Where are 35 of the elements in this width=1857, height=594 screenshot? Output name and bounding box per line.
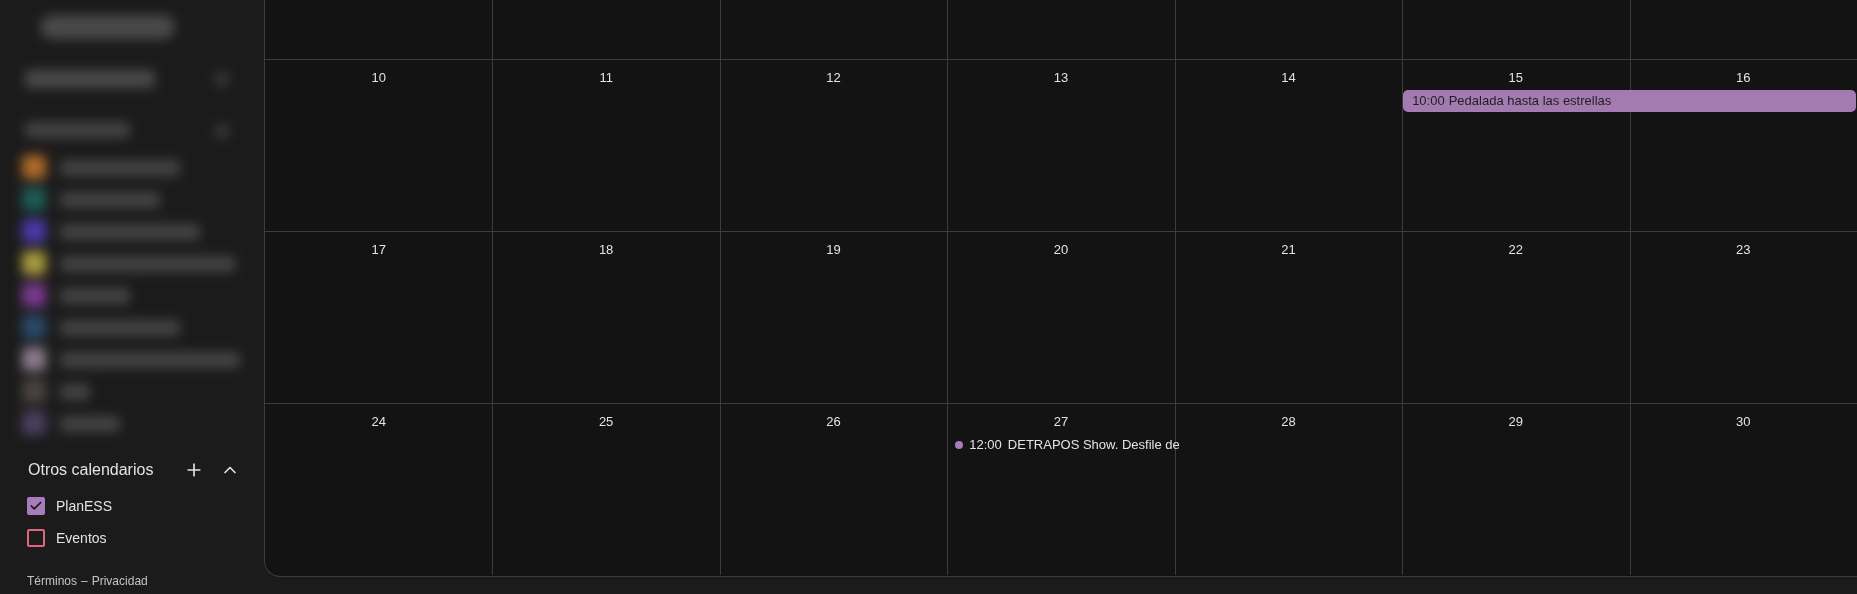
day-number[interactable]: 12 [826, 67, 841, 87]
separator: – [81, 573, 88, 590]
day-number[interactable]: 30 [1736, 411, 1751, 431]
day-number[interactable]: 21 [1281, 239, 1296, 259]
day-number[interactable]: 25 [598, 411, 614, 431]
day-number[interactable]: 15 [1508, 67, 1524, 87]
day-number[interactable]: 27 [1053, 411, 1069, 431]
event-title: Pedalada hasta las estrellas [1448, 92, 1612, 111]
day-number[interactable]: 17 [371, 239, 386, 259]
day-number[interactable]: 24 [371, 411, 386, 431]
day-number[interactable]: 22 [1508, 239, 1524, 259]
day-number[interactable]: 20 [1053, 239, 1069, 259]
check-icon [29, 499, 43, 513]
day-number[interactable]: 19 [826, 239, 841, 259]
day-number[interactable]: 23 [1736, 239, 1751, 259]
event-chip[interactable]: 10:00 Pedalada hasta las estrellas [1403, 90, 1856, 112]
event-title: DETRAPOS Show. Desfile de [1007, 436, 1180, 455]
day-number[interactable]: 13 [1053, 67, 1069, 87]
day-number[interactable]: 29 [1508, 411, 1524, 431]
day-number[interactable]: 16 [1736, 67, 1751, 87]
event-time: 10:00 [1412, 92, 1445, 111]
terms-link[interactable]: Términos [27, 572, 77, 590]
privacy-link[interactable]: Privacidad [91, 572, 148, 590]
day-number[interactable]: 28 [1281, 411, 1296, 431]
section-title: Otros calendarios [28, 460, 155, 480]
calendar-label: PlanESS [56, 496, 113, 516]
day-number[interactable]: 14 [1281, 67, 1296, 87]
event-time: 12:00 [969, 436, 1002, 455]
day-number[interactable]: 18 [598, 239, 614, 259]
day-number[interactable]: 10 [371, 67, 386, 87]
day-number[interactable]: 26 [826, 411, 841, 431]
calendar-label: Eventos [56, 528, 107, 548]
calendar-checkbox[interactable] [27, 497, 45, 515]
day-number[interactable]: 11 [599, 67, 613, 87]
calendar-checkbox[interactable] [27, 529, 45, 547]
